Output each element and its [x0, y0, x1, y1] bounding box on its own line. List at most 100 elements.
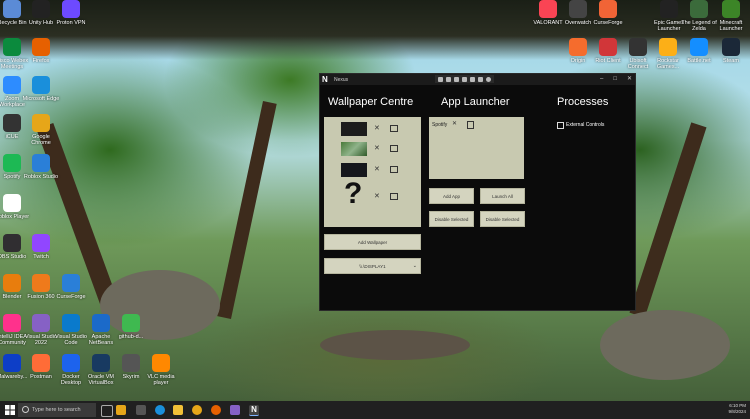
external-controls-checkbox[interactable]	[557, 122, 564, 129]
launch-all-button[interactable]: Launch All	[480, 188, 525, 204]
webex-icon	[3, 38, 21, 56]
terminal-icon[interactable]	[136, 405, 146, 415]
display-select[interactable]: \\.\DISPLAY1 ⌄	[324, 258, 421, 274]
disable-selected-button[interactable]: Disable Selected	[480, 211, 525, 227]
nexus-logo-icon: N	[322, 75, 328, 84]
quick-toolbar	[435, 75, 494, 83]
obs-icon	[3, 234, 21, 252]
add-wallpaper-button[interactable]: Add Wallpaper	[324, 234, 421, 250]
wallpaper-thumbnail[interactable]	[341, 163, 367, 177]
intellij-icon	[3, 314, 21, 332]
chrome-taskbar-icon[interactable]	[192, 405, 202, 415]
disable-selected-button[interactable]: Disable Selected	[429, 211, 474, 227]
blender-icon	[3, 274, 21, 292]
remove-wallpaper-button[interactable]: ✕	[374, 192, 380, 200]
screen-icon[interactable]	[454, 76, 459, 82]
desktop-icon[interactable]: github-d...	[112, 314, 150, 340]
add-app-button[interactable]: Add App	[429, 188, 474, 204]
tree-trunk	[629, 122, 707, 318]
postman-icon	[32, 354, 50, 372]
curseforge-icon	[62, 274, 80, 292]
proton-vpn-icon	[62, 0, 80, 18]
desktop-icon[interactable]: Minecraft Launcher	[712, 0, 750, 32]
windows-start-icon[interactable]	[5, 405, 15, 415]
virtualbox-icon	[92, 354, 110, 372]
taskbar-search[interactable]: Type here to search	[18, 403, 96, 417]
wallpaper-thumbnail[interactable]	[341, 122, 367, 136]
system-clock[interactable]: 6:10 PM 9/8/2024	[728, 403, 746, 415]
save-icon[interactable]	[462, 76, 467, 82]
desktop-icon[interactable]: CurseForge	[52, 274, 90, 300]
visual-studio-taskbar-icon[interactable]	[230, 405, 240, 415]
overwatch-icon	[569, 0, 587, 18]
desktop-icon[interactable]: Google Chrome	[22, 114, 60, 146]
set-wallpaper-icon[interactable]	[390, 166, 398, 173]
desktop-icon-label: Firefox	[32, 58, 50, 64]
set-wallpaper-icon[interactable]	[390, 145, 398, 152]
zelda-icon	[690, 0, 708, 18]
desktop-icon-label: CurseForge	[56, 294, 86, 300]
wallpaper-centre-heading: Wallpaper Centre	[328, 96, 414, 108]
gamepad-icon[interactable]	[470, 76, 475, 82]
set-wallpaper-icon[interactable]	[390, 193, 398, 200]
desktop-icon-label: Roblox Player	[0, 214, 30, 220]
desktop-icon[interactable]: Proton VPN	[52, 0, 90, 26]
tree-trunk	[217, 100, 277, 320]
desktop-icon-label: Steam	[723, 58, 739, 64]
set-wallpaper-icon[interactable]	[390, 125, 398, 132]
valorant-icon	[539, 0, 557, 18]
window-controls: – □ ✕	[600, 74, 632, 85]
wallpaper-thumbnail[interactable]	[341, 142, 367, 156]
firefox-taskbar-icon[interactable]	[211, 405, 221, 415]
desktop-icon[interactable]: Twitch	[22, 234, 60, 260]
remove-wallpaper-button[interactable]: ✕	[374, 165, 380, 173]
edge-icon	[32, 76, 50, 94]
desktop-icon[interactable]: Firefox	[22, 38, 60, 64]
search-placeholder: Type here to search	[32, 407, 81, 413]
unknown-wallpaper-placeholder[interactable]: ?	[344, 177, 362, 211]
remove-wallpaper-button[interactable]: ✕	[374, 124, 380, 132]
search-icon	[22, 406, 29, 413]
desktop-icon-label: Twitch	[33, 254, 49, 260]
minimize-button[interactable]: –	[600, 74, 603, 85]
link-icon[interactable]	[478, 76, 483, 82]
riot-icon	[599, 38, 617, 56]
remove-app-button[interactable]: ✕	[452, 120, 457, 127]
wallpaper-list[interactable]: ✕ ✕ ✕ ? ✕	[324, 117, 421, 227]
desktop-icon[interactable]: VLC media player	[142, 354, 180, 386]
file-icon[interactable]	[467, 121, 474, 129]
desktop-icon-label: github-d...	[118, 334, 144, 340]
title-bar[interactable]: N Nexus – □ ✕	[320, 74, 635, 85]
desktop-icon[interactable]: Roblox Player	[0, 194, 31, 220]
fallen-log	[320, 330, 470, 360]
close-button[interactable]: ✕	[627, 74, 632, 85]
maximize-button[interactable]: □	[613, 74, 617, 85]
nexus-window[interactable]: N Nexus – □ ✕ Wallpaper Centre App Launc…	[319, 73, 636, 311]
monitor-icon[interactable]	[438, 76, 443, 82]
task-view-icon[interactable]	[101, 405, 113, 417]
nexus-taskbar-icon[interactable]: N	[249, 405, 259, 416]
desktop-icon[interactable]: Steam	[712, 38, 750, 64]
desktop-icon[interactable]: Microsoft Edge	[22, 76, 60, 102]
vscode-icon	[62, 314, 80, 332]
github-icon	[122, 314, 140, 332]
desktop-icon-label: Google Chrome	[31, 134, 51, 146]
window-title: Nexus	[334, 76, 349, 83]
desktop-icon-label: Roblox Studio	[23, 174, 59, 180]
app-item-name[interactable]: Spotify	[432, 122, 447, 128]
file-explorer-icon[interactable]	[173, 405, 183, 415]
origin-icon	[569, 38, 587, 56]
skyrim-icon	[122, 354, 140, 372]
minecraft-icon	[722, 0, 740, 18]
widgets-icon[interactable]	[116, 405, 126, 415]
remove-wallpaper-button[interactable]: ✕	[374, 144, 380, 152]
desktop-icon[interactable]: Roblox Studio	[22, 154, 60, 180]
desktop-icon-label: Microsoft Edge	[22, 96, 60, 102]
edge-taskbar-icon[interactable]	[155, 405, 165, 415]
desktop-icon[interactable]: CurseForge	[589, 0, 627, 26]
curseforge-icon	[599, 0, 617, 18]
camera-icon[interactable]	[446, 76, 451, 82]
app-list[interactable]: Spotify ✕	[429, 117, 524, 179]
desktop-icon-label: Proton VPN	[56, 20, 86, 26]
globe-icon[interactable]	[486, 76, 491, 82]
